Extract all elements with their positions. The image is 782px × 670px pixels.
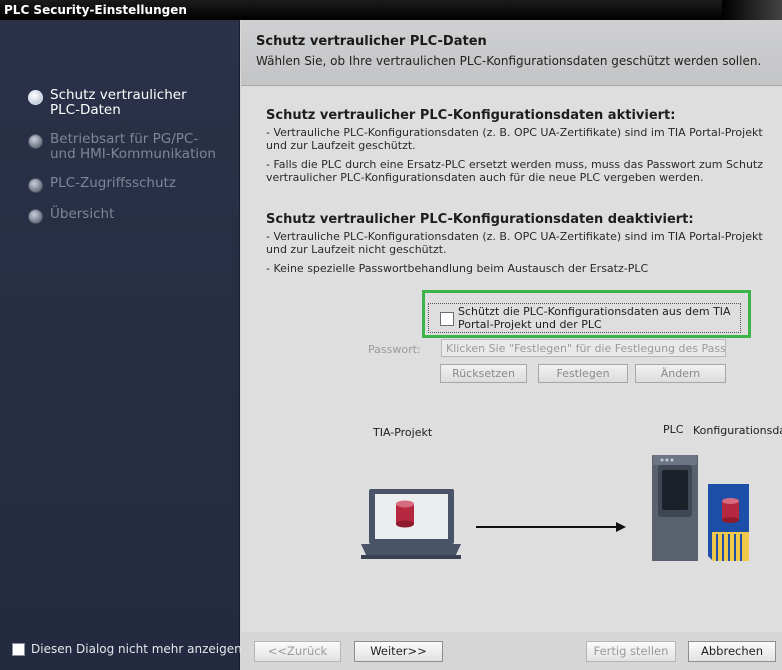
memory-card-icon (708, 484, 749, 561)
window-titlebar: PLC Security-Einstellungen (0, 0, 782, 20)
dont-show-again-label: Diesen Dialog nicht mehr anzeigen (31, 642, 242, 656)
step-active-indicator-icon (28, 90, 43, 105)
finish-button[interactable]: Fertig stellen (586, 641, 676, 662)
step-indicator-icon (28, 178, 43, 193)
titlebar-decoration (722, 0, 782, 20)
database-icon (396, 500, 414, 528)
wizard-steps: Schutz vertraulicher PLC-Daten Betriebsa… (28, 88, 220, 238)
step-label: Übersicht (50, 206, 115, 222)
dont-show-again-option[interactable]: Diesen Dialog nicht mehr anzeigen (12, 642, 242, 656)
step-indicator-icon (28, 209, 43, 224)
window-title: PLC Security-Einstellungen (4, 3, 187, 17)
step-schutz-plc-daten[interactable]: Schutz vertraulicher PLC-Daten (28, 88, 220, 118)
step-uebersicht[interactable]: Übersicht (28, 207, 220, 224)
cancel-button[interactable]: Abbrechen (688, 641, 776, 662)
transfer-arrow-icon (476, 522, 626, 532)
content-panel: Schutz vertraulicher PLC-Konfigurationsd… (241, 87, 782, 632)
dont-show-again-checkbox[interactable] (12, 642, 25, 656)
step-label: Schutz vertraulicher PLC-Daten (50, 87, 187, 118)
page-title: Schutz vertraulicher PLC-Daten (256, 34, 487, 49)
next-button[interactable]: Weiter>> (354, 641, 443, 662)
wizard-sidebar: Schutz vertraulicher PLC-Daten Betriebsa… (0, 20, 240, 670)
step-label: PLC-Zugriffsschutz (50, 175, 176, 191)
back-button[interactable]: <<Zurück (254, 641, 341, 662)
page-subtitle: Wählen Sie, ob Ihre vertraulichen PLC-Ko… (256, 54, 762, 68)
step-zugriffsschutz[interactable]: PLC-Zugriffsschutz (28, 176, 220, 193)
step-label: Betriebsart für PG/PC- und HMI-Kommunika… (50, 131, 216, 162)
step-indicator-icon (28, 134, 43, 149)
page-header: Schutz vertraulicher PLC-Daten Wählen Si… (241, 20, 782, 86)
step-betriebsart[interactable]: Betriebsart für PG/PC- und HMI-Kommunika… (28, 132, 220, 162)
plc-device-icon (652, 455, 698, 561)
data-flow-diagram (361, 455, 749, 561)
